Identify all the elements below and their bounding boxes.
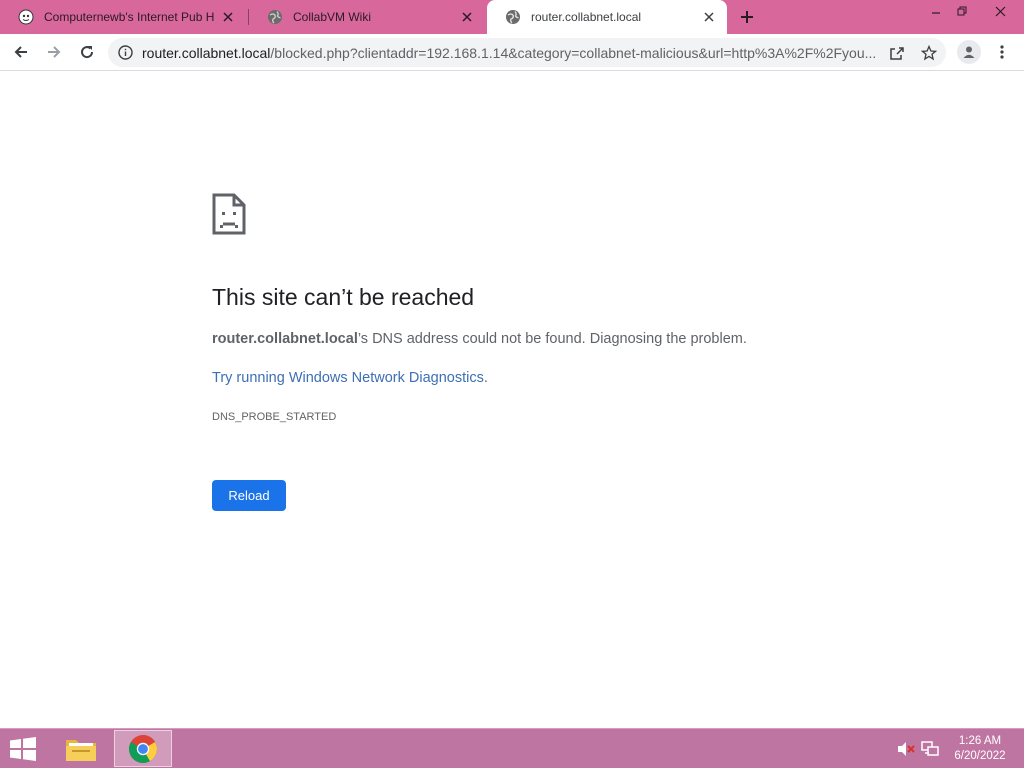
plus-icon — [741, 11, 753, 23]
share-button[interactable] — [888, 44, 906, 62]
tab-title: router.collabnet.local — [531, 10, 642, 24]
more-vert-icon — [1000, 45, 1004, 59]
menu-button[interactable] — [992, 40, 1012, 64]
error-code: DNS_PROBE_STARTED — [212, 411, 337, 423]
tab-router[interactable]: router.collabnet.local — [487, 0, 727, 34]
close-window-button[interactable] — [982, 0, 1018, 22]
close-icon — [995, 6, 1005, 16]
arrow-left-icon — [14, 46, 27, 58]
close-tab-icon[interactable] — [701, 9, 717, 25]
profile-button[interactable] — [957, 40, 981, 64]
error-host: router.collabnet.local — [212, 331, 358, 347]
minimize-icon — [932, 12, 940, 14]
system-clock[interactable]: 1:26 AM 6/20/2022 — [948, 734, 1012, 764]
browser-toolbar: router.collabnet.local/blocked.php?clien… — [0, 34, 1024, 71]
tab-title: Computernewb's Internet Pub H — [44, 10, 215, 24]
bookmark-button[interactable] — [920, 44, 938, 62]
diagnostics-line: Try running Windows Network Diagnostics. — [212, 370, 488, 386]
chrome-icon — [129, 734, 157, 763]
refresh-icon — [81, 46, 94, 59]
tab-strip: Computernewb's Internet Pub H CollabVM W… — [0, 0, 1024, 34]
file-explorer-button[interactable] — [52, 730, 110, 767]
error-page: This site can’t be reached router.collab… — [0, 72, 1024, 728]
url-host: router.collabnet.local — [142, 45, 271, 61]
chrome-taskbar-button[interactable] — [114, 730, 172, 767]
share-icon — [890, 47, 904, 60]
tab-collabvm-wiki[interactable]: CollabVM Wiki — [249, 0, 485, 34]
url-text[interactable]: router.collabnet.local/blocked.php?clien… — [142, 45, 892, 61]
new-tab-button[interactable] — [737, 7, 757, 27]
clock-date: 6/20/2022 — [954, 750, 1006, 762]
forward-button[interactable] — [42, 40, 66, 64]
arrow-right-icon — [48, 46, 61, 58]
folder-icon — [66, 739, 96, 761]
close-tab-icon[interactable] — [220, 9, 236, 25]
reload-toolbar-button[interactable] — [75, 40, 99, 64]
computernewb-icon — [18, 9, 34, 25]
restore-button[interactable] — [947, 0, 977, 22]
globe-icon — [268, 10, 282, 24]
error-description-text: ’s DNS address could not be found. Diagn… — [357, 331, 747, 347]
star-icon — [921, 45, 937, 61]
reload-button[interactable]: Reload — [212, 480, 286, 511]
volume-muted-icon[interactable] — [897, 741, 915, 757]
tab-title: CollabVM Wiki — [293, 10, 372, 24]
link-suffix: . — [483, 370, 488, 386]
tab-computernewb[interactable]: Computernewb's Internet Pub H — [0, 0, 246, 34]
sad-document-icon — [212, 193, 246, 235]
clock-time: 1:26 AM — [958, 735, 1002, 747]
person-icon — [963, 46, 975, 58]
error-title: This site can’t be reached — [212, 284, 475, 310]
address-bar[interactable]: router.collabnet.local/blocked.php?clien… — [108, 38, 946, 67]
back-button[interactable] — [9, 40, 33, 64]
error-description: router.collabnet.local’s DNS address cou… — [212, 331, 747, 347]
close-tab-icon[interactable] — [459, 9, 475, 25]
taskbar: 1:26 AM 6/20/2022 — [0, 728, 1024, 768]
info-icon[interactable] — [118, 45, 133, 60]
network-icon[interactable] — [921, 741, 939, 757]
start-button[interactable] — [8, 737, 38, 761]
restore-icon — [957, 6, 967, 16]
globe-icon — [506, 10, 520, 24]
url-path: /blocked.php?clientaddr=192.168.1.14&cat… — [270, 45, 877, 61]
network-diagnostics-link[interactable]: Try running Windows Network Diagnostics — [212, 370, 484, 386]
